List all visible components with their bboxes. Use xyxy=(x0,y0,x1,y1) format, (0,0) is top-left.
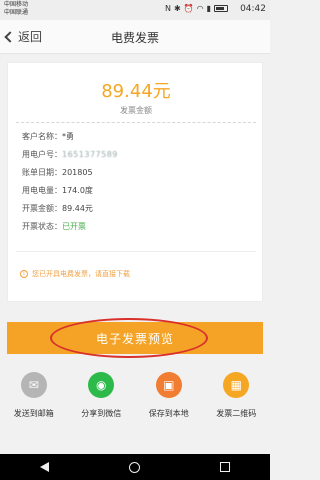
page-title: 电费发票 xyxy=(110,31,159,45)
note-text: 您已开具电费发票，请直接下载 xyxy=(32,270,130,278)
wifi-icon: ◠ xyxy=(196,4,204,13)
system-nav-bar xyxy=(0,454,270,480)
alarm-icon: ⏰ xyxy=(183,4,194,13)
detail-row-bill-date: 账单日期： 201805 xyxy=(22,163,250,181)
detail-row-usage: 用电电量： 174.0度 xyxy=(22,181,250,199)
send-email-action[interactable]: ✉ 发送到邮箱 xyxy=(1,372,67,419)
detail-value: 89.44元 xyxy=(62,203,93,213)
system-back-icon[interactable] xyxy=(40,462,49,472)
detail-label: 开票金额： xyxy=(22,203,62,213)
mail-icon: ✉ xyxy=(20,372,47,398)
divider xyxy=(16,251,256,252)
dashed-divider xyxy=(16,122,256,123)
carrier-info: 中国移动 中国联通 xyxy=(4,1,28,17)
qrcode-action[interactable]: ▦ 发票二维码 xyxy=(203,372,269,419)
detail-label: 账单日期： xyxy=(22,167,62,177)
detail-label: 用电户号： xyxy=(22,149,62,159)
save-icon: ▣ xyxy=(155,372,182,398)
detail-row-amount: 开票金额： 89.44元 xyxy=(22,199,250,217)
invoice-card: 89.44元 发票金额 客户名称： *勇 用电户号： 1651377589 账单… xyxy=(7,62,263,302)
highlight-annotation xyxy=(50,318,208,358)
detail-value: 201805 xyxy=(62,167,93,177)
info-icon: i xyxy=(20,270,28,278)
invoice-amount-label: 发票金额 xyxy=(120,106,152,115)
status-value: 已开票 xyxy=(62,221,86,231)
detail-value: *勇 xyxy=(62,131,74,141)
bluetooth-icon: ✱ xyxy=(173,4,181,13)
invoice-details: 客户名称： *勇 用电户号： 1651377589 账单日期： 201805 用… xyxy=(22,127,250,235)
action-label: 分享到微信 xyxy=(81,409,122,418)
invoice-note: i 您已开具电费发票，请直接下载 xyxy=(20,269,130,279)
detail-label: 开票状态： xyxy=(22,221,62,231)
action-label: 发票二维码 xyxy=(216,409,257,418)
system-recent-icon[interactable] xyxy=(220,462,230,472)
status-icons: N ✱ ⏰ ◠ ▮ xyxy=(165,4,228,13)
top-nav-bar: 返回 电费发票 xyxy=(0,20,270,54)
signal-icon: ▮ xyxy=(206,4,211,13)
carrier-1: 中国移动 xyxy=(4,1,29,8)
battery-icon xyxy=(214,5,228,12)
detail-label: 客户名称： xyxy=(22,131,62,141)
invoice-amount: 89.44元 xyxy=(101,81,171,102)
clock: 04:42 xyxy=(240,4,266,14)
action-bar: ✉ 发送到邮箱 ◉ 分享到微信 ▣ 保存到本地 ▦ 发票二维码 xyxy=(0,372,270,419)
detail-row-status: 开票状态： 已开票 xyxy=(22,217,250,235)
detail-row-customer: 客户名称： *勇 xyxy=(22,127,250,145)
detail-label: 用电电量： xyxy=(22,185,62,195)
detail-value: 174.0度 xyxy=(62,185,93,195)
status-bar: 中国移动 中国联通 N ✱ ⏰ ◠ ▮ 04:42 xyxy=(0,0,270,20)
detail-row-account: 用电户号： 1651377589 xyxy=(22,145,250,163)
action-label: 保存到本地 xyxy=(148,409,189,418)
save-local-action[interactable]: ▣ 保存到本地 xyxy=(136,372,202,419)
wechat-icon: ◉ xyxy=(88,372,115,398)
nfc-icon: N xyxy=(164,4,171,13)
share-wechat-action[interactable]: ◉ 分享到微信 xyxy=(68,372,134,419)
action-label: 发送到邮箱 xyxy=(13,409,54,418)
qrcode-icon: ▦ xyxy=(223,372,250,398)
detail-value: 1651377589 xyxy=(62,149,118,159)
carrier-2: 中国联通 xyxy=(4,9,29,16)
system-home-icon[interactable] xyxy=(129,461,140,473)
